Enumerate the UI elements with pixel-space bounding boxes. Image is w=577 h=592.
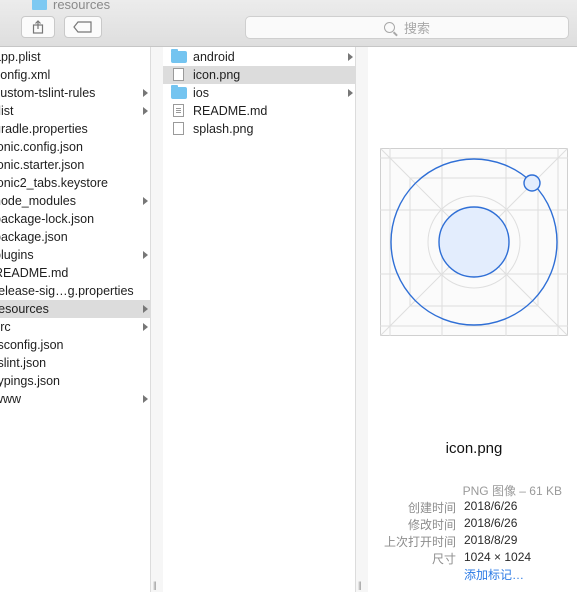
folder-row[interactable]: plugins <box>0 246 150 264</box>
file-row[interactable]: gradle.properties <box>0 120 150 138</box>
file-row[interactable]: ionic2_tabs.keystore <box>0 174 150 192</box>
row-label: plugins <box>0 248 34 262</box>
disclosure-arrow-icon <box>143 197 148 205</box>
row-label: gradle.properties <box>0 122 88 136</box>
row-label: dist <box>0 104 14 118</box>
search-field[interactable]: 搜索 <box>245 16 569 39</box>
dimensions-label: 尺寸 <box>431 552 456 566</box>
row-label: app.plist <box>0 50 41 64</box>
row-label: android <box>193 50 235 64</box>
preview-filename: icon.png <box>445 440 503 457</box>
folder-row[interactable]: dist <box>0 102 150 120</box>
folder-icon <box>171 49 187 63</box>
text-file-icon <box>173 104 184 117</box>
share-icon <box>32 20 44 34</box>
folder-icon <box>32 0 47 10</box>
file-row[interactable]: ionic.config.json <box>0 138 150 156</box>
row-label: custom-tslint-rules <box>0 86 96 100</box>
last-opened-label: 上次打开时间 <box>383 535 456 549</box>
created-label: 创建时间 <box>407 501 456 515</box>
column-gutter: || <box>356 47 368 592</box>
modified-label: 修改时间 <box>407 518 456 532</box>
window-title-text: resources <box>53 0 111 12</box>
column-resize-handle[interactable]: || <box>358 580 362 590</box>
tag-button[interactable] <box>64 16 102 38</box>
modified-value: 2018/6/26 <box>464 516 518 530</box>
disclosure-arrow-icon <box>143 251 148 259</box>
folder-row[interactable]: custom-tslint-rules <box>0 84 150 102</box>
image-file-icon <box>173 122 184 135</box>
column-gutter: || <box>151 47 163 592</box>
disclosure-arrow-icon <box>143 395 148 403</box>
dimensions-value: 1024 × 1024 <box>464 550 532 564</box>
image-file-icon <box>173 68 184 81</box>
file-row[interactable]: release-sig…g.properties <box>0 282 150 300</box>
preview-kind-size: PNG 图像 – 61 KB <box>462 484 562 498</box>
row-label: tsconfig.json <box>0 338 64 352</box>
resources-column[interactable]: android icon.png ios README.md splash.png <box>163 47 356 592</box>
file-row[interactable]: README.md <box>163 102 355 120</box>
file-row[interactable]: config.xml <box>0 66 150 84</box>
last-opened-value: 2018/8/29 <box>464 533 518 547</box>
disclosure-arrow-icon <box>348 89 353 97</box>
row-label: README.md <box>193 104 268 118</box>
column-resize-handle[interactable]: || <box>153 580 157 590</box>
add-tags-link[interactable]: 添加标记… <box>464 566 524 583</box>
file-row[interactable]: package.json <box>0 228 150 246</box>
share-button[interactable] <box>21 16 55 38</box>
file-row[interactable]: tslint.json <box>0 354 150 372</box>
disclosure-arrow-icon <box>143 323 148 331</box>
row-label: ios <box>193 86 209 100</box>
folder-row[interactable]: ios <box>163 84 355 102</box>
search-placeholder: 搜索 <box>403 21 430 36</box>
disclosure-arrow-icon <box>143 107 148 115</box>
folder-row[interactable]: resources <box>0 300 150 318</box>
file-row[interactable]: icon.png <box>163 66 355 84</box>
row-label: tslint.json <box>0 356 47 370</box>
row-label: package-lock.json <box>0 212 95 226</box>
row-label: splash.png <box>193 122 254 136</box>
row-label: ionic.config.json <box>0 140 83 154</box>
file-row[interactable]: README.md <box>0 264 150 282</box>
folder-row[interactable]: node_modules <box>0 192 150 210</box>
row-label: ionic.starter.json <box>0 158 85 172</box>
parent-folder-column[interactable]: app.plist config.xml custom-tslint-rules di… <box>0 47 151 592</box>
file-row[interactable]: typings.json <box>0 372 150 390</box>
icon-preview-image <box>380 148 568 336</box>
row-label: README.md <box>0 266 69 280</box>
file-row[interactable]: app.plist <box>0 48 150 66</box>
window-title: resources <box>32 0 110 12</box>
file-row[interactable]: ionic.starter.json <box>0 156 150 174</box>
search-icon <box>383 22 395 33</box>
folder-row[interactable]: src <box>0 318 150 336</box>
disclosure-arrow-icon <box>143 305 148 313</box>
folder-icon <box>171 85 187 99</box>
tag-icon <box>73 21 92 33</box>
row-label: src <box>0 320 11 334</box>
row-label: resources <box>0 302 49 316</box>
row-label: www <box>0 392 22 406</box>
file-row[interactable]: package-lock.json <box>0 210 150 228</box>
row-label: node_modules <box>0 194 77 208</box>
file-row[interactable]: splash.png <box>163 120 355 138</box>
toolbar: resources 搜索 <box>0 0 577 47</box>
row-label: package.json <box>0 230 68 244</box>
row-label: release-sig…g.properties <box>0 284 134 298</box>
file-row[interactable]: tsconfig.json <box>0 336 150 354</box>
row-label: icon.png <box>193 68 241 82</box>
row-label: ionic2_tabs.keystore <box>0 176 108 190</box>
row-label: config.xml <box>0 68 51 82</box>
row-label: typings.json <box>0 374 61 388</box>
disclosure-arrow-icon <box>143 89 148 97</box>
disclosure-arrow-icon <box>348 53 353 61</box>
folder-row[interactable]: android <box>163 48 355 66</box>
created-value: 2018/6/26 <box>464 499 518 513</box>
folder-row[interactable]: www <box>0 390 150 408</box>
